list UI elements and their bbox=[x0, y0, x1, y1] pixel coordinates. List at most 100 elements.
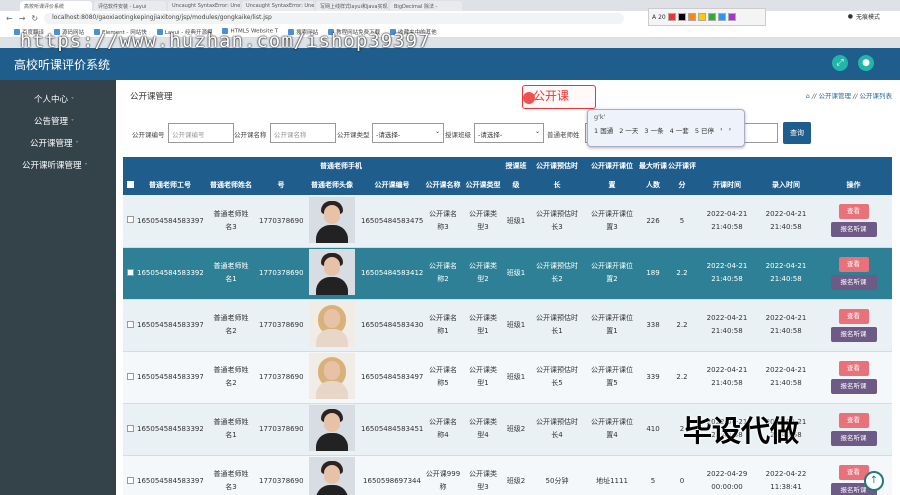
ime-prev-icon[interactable]: ‹ bbox=[720, 125, 723, 135]
course-name-input[interactable]: 公开课名称 bbox=[270, 123, 336, 143]
ime-candidate[interactable]: 1 国通 bbox=[594, 125, 613, 135]
ime-candidate[interactable]: 5 已停 bbox=[695, 125, 714, 135]
cell-place: 公开课开课位 置4 bbox=[591, 418, 633, 439]
browser-tab[interactable]: 写网上线样式layui和java实现 bbox=[316, 1, 388, 11]
sign-up-button[interactable]: 报名听课 bbox=[830, 430, 877, 446]
cell-phone: 17703786902 bbox=[259, 373, 303, 381]
view-button[interactable]: 查看 bbox=[838, 308, 869, 324]
color-swatch[interactable] bbox=[717, 13, 726, 21]
browser-tab[interactable]: Uncaught SyntaxError: Unex bbox=[242, 1, 314, 11]
font-size-icon[interactable]: A bbox=[652, 14, 656, 21]
user-icon[interactable]: ● bbox=[858, 55, 874, 71]
breadcrumb-link[interactable]: 公开课管理 bbox=[818, 92, 851, 100]
chevron-down-icon: ⌄ bbox=[534, 128, 540, 135]
cell-score: 0 bbox=[679, 477, 685, 485]
color-swatch[interactable] bbox=[667, 13, 676, 21]
sidebar-item-personal[interactable]: 个人中心 ˅ bbox=[0, 89, 116, 111]
label-teacher-name: 普通老师姓 bbox=[547, 131, 580, 139]
cell-course-type: 公开课类 型3 bbox=[469, 209, 497, 231]
browser-tab[interactable]: 评估软件安装 - Layui bbox=[94, 1, 166, 11]
cell-class: 班级1 bbox=[506, 269, 526, 277]
select-all-checkbox[interactable] bbox=[126, 180, 134, 188]
row-checkbox[interactable] bbox=[126, 424, 134, 432]
course-no-input[interactable]: 公开课编号 bbox=[168, 123, 234, 143]
cell-class: 班级1 bbox=[506, 373, 526, 381]
cell-place: 公开课开课位 置5 bbox=[591, 366, 633, 387]
col-header-actions: 操作 bbox=[846, 181, 861, 189]
color-swatch[interactable] bbox=[697, 13, 706, 21]
browser-tab[interactable]: Uncaught SyntaxError: Unex bbox=[168, 1, 240, 11]
row-checkbox[interactable] bbox=[126, 268, 134, 276]
table-row[interactable]: 1650545845833971 普通老师姓名3 17703786903 165059… bbox=[123, 455, 892, 495]
sign-up-button[interactable]: 报名听课 bbox=[830, 326, 877, 342]
cell-course-name: 公开课名 称2 bbox=[429, 262, 457, 283]
cell-created-time: 2022-04-21 21:40:58 bbox=[765, 314, 807, 335]
search-button[interactable]: 查询 bbox=[783, 122, 811, 144]
browser-tab[interactable]: 高校听课评价系统 bbox=[20, 1, 92, 11]
table-row[interactable]: 1650545845833971 普通老师姓名2 17703786902 165054… bbox=[123, 299, 892, 351]
sign-up-button[interactable]: 报名听课 bbox=[830, 378, 877, 394]
cell-course-no: 16505484583412 bbox=[361, 269, 423, 277]
sidebar-item-notice[interactable]: 公告管理 ˅ bbox=[0, 111, 116, 133]
ink-annotation: 公开课 bbox=[522, 85, 596, 109]
col-header-phone-suffix: 号 bbox=[277, 181, 285, 189]
col-header-start: 开课时间 bbox=[713, 181, 741, 189]
cell-course-type: 公开课类 型4 bbox=[469, 418, 497, 439]
row-checkbox[interactable] bbox=[126, 372, 134, 380]
col-header-course-type: 公开课类型 bbox=[465, 181, 501, 189]
color-swatch[interactable] bbox=[727, 13, 736, 21]
url-field[interactable]: localhost:8080/gaoxiaotingkepingjiaxiton… bbox=[44, 13, 625, 24]
cell-teacher-no: 1650545845833928 bbox=[137, 425, 203, 433]
ime-next-icon[interactable]: › bbox=[729, 125, 732, 135]
sign-up-button[interactable]: 报名听课 bbox=[830, 274, 877, 290]
ime-candidate[interactable]: 3 一条 bbox=[644, 125, 663, 135]
sign-up-button[interactable]: 报名听课 bbox=[830, 222, 877, 238]
col-header-score: 分 bbox=[678, 181, 686, 189]
color-swatch[interactable] bbox=[687, 13, 696, 21]
sidebar-item-course-attend[interactable]: 公开课听课管理 ˅ bbox=[0, 155, 116, 177]
cell-duration: 公开课预估时 长4 bbox=[536, 418, 578, 439]
cell-max: 338 bbox=[646, 321, 660, 329]
cell-phone: 17703786901 bbox=[259, 425, 303, 433]
table-row[interactable]: 1650545845833928 普通老师姓名1 17703786901 165054… bbox=[123, 247, 892, 299]
view-button[interactable]: 查看 bbox=[838, 204, 869, 220]
table-row[interactable]: 1650545845833971 普通老师姓名2 17703786902 165054… bbox=[123, 351, 892, 403]
cell-score: 2.2 bbox=[676, 269, 688, 277]
row-checkbox[interactable] bbox=[126, 216, 134, 224]
font-size-value[interactable]: 20 bbox=[658, 14, 666, 21]
cell-max: 410 bbox=[646, 425, 660, 433]
view-button[interactable]: 查看 bbox=[838, 256, 869, 272]
sidebar-item-course[interactable]: 公开课管理 ˅ bbox=[0, 133, 116, 155]
table-row[interactable]: 1650545845833971 普通老师姓名3 17703786903 165054… bbox=[123, 195, 892, 247]
cell-actions: 查看 报名听课 bbox=[815, 299, 892, 351]
forward-icon[interactable]: → bbox=[19, 14, 26, 23]
ime-candidate[interactable]: 4 一套 bbox=[670, 125, 689, 135]
row-checkbox[interactable] bbox=[126, 476, 134, 484]
view-button[interactable]: 查看 bbox=[838, 412, 869, 428]
back-to-top-icon[interactable]: ↑ bbox=[864, 471, 884, 491]
course-type-select[interactable]: -请选择- ⌄ bbox=[372, 123, 444, 143]
cell-place: 公开课开课位 置1 bbox=[591, 314, 633, 335]
profile-chip[interactable]: ● 无痕模式 bbox=[848, 12, 880, 21]
reload-icon[interactable]: ↻ bbox=[31, 14, 38, 23]
expand-icon[interactable]: ⤢ bbox=[832, 55, 848, 71]
color-swatch[interactable] bbox=[677, 13, 686, 21]
cell-course-type: 公开课类 型3 bbox=[469, 470, 497, 491]
watermark-url: https://www.huzhan.com/ishop39397 bbox=[20, 30, 431, 52]
col-header-duration: 长 bbox=[553, 181, 561, 189]
cell-teacher-no: 1650545845833971 bbox=[137, 216, 203, 225]
incognito-icon: ● bbox=[847, 13, 853, 20]
color-swatch[interactable] bbox=[707, 13, 716, 21]
cell-start-time: 2022-04-29 00:00:00 bbox=[706, 470, 748, 491]
ime-candidate[interactable]: 2 一天 bbox=[619, 125, 638, 135]
class-select[interactable]: -请选择- ⌄ bbox=[474, 123, 544, 143]
back-icon[interactable]: ← bbox=[6, 14, 13, 23]
cell-duration: 公开课预估时 长2 bbox=[536, 262, 578, 283]
cell-start-time: 2022-04-21 21:40:58 bbox=[706, 262, 748, 283]
cell-duration: 公开课预估时 长5 bbox=[536, 366, 578, 387]
row-checkbox[interactable] bbox=[126, 320, 134, 328]
cell-max: 189 bbox=[646, 269, 660, 277]
home-icon[interactable]: ⌂ bbox=[806, 92, 810, 100]
browser-tab[interactable]: BigDecimal 除法 - bbox=[390, 1, 462, 11]
view-button[interactable]: 查看 bbox=[838, 360, 869, 376]
